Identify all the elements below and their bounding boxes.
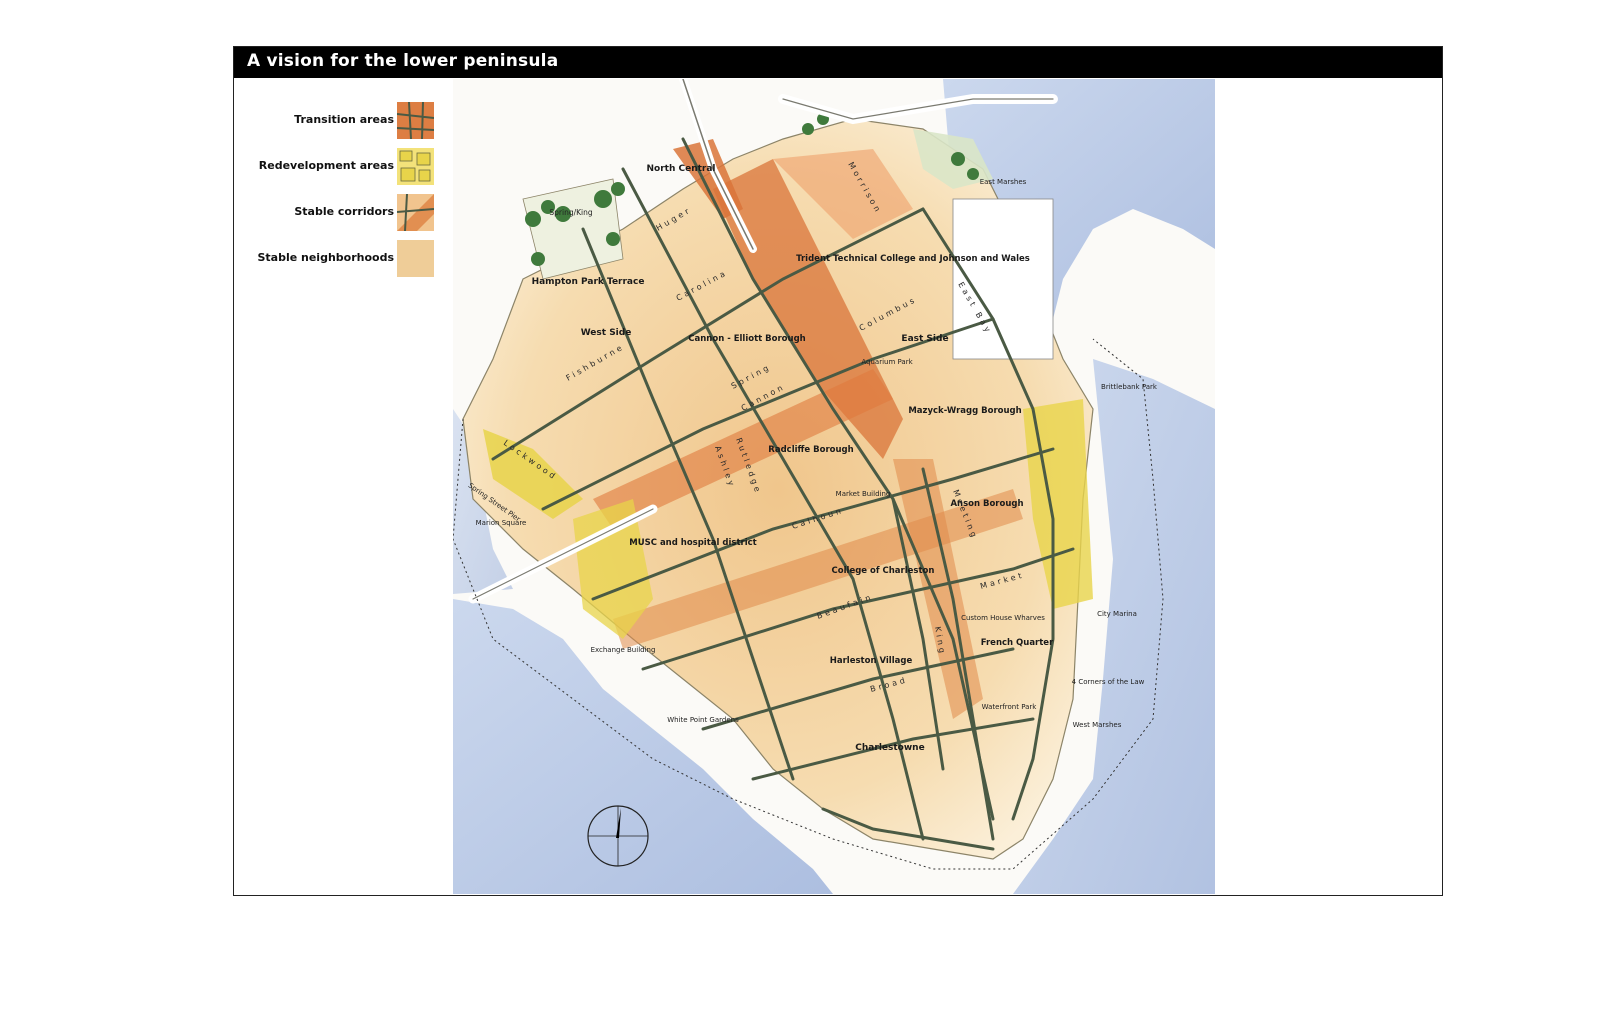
legend-label: Redevelopment areas (258, 159, 394, 172)
legend-swatch-stable-corridors (397, 194, 434, 231)
label-aquarium-park: Brittlebank Park (1101, 383, 1158, 391)
label-four-corners: Waterfront Park (982, 703, 1038, 711)
north-arrow (587, 805, 649, 867)
legend-item-stable-neighborhoods: Stable neighborhoods (234, 240, 434, 278)
peninsula-map: North Central Spring/King Hampton Park T… (453, 79, 1215, 894)
label-trident-technical: Trident Technical College and Johnson an… (796, 254, 1030, 264)
label-exchange-building: 4 Corners of the Law (1072, 678, 1145, 686)
label-spring-street-pier: Marion Square (476, 519, 527, 527)
legend-label: Transition areas (294, 113, 394, 126)
legend-label: Stable neighborhoods (257, 251, 394, 264)
label-east-marshes: East Marshes (980, 178, 1027, 186)
label-custom-house-wharves: City Marina (1097, 610, 1137, 618)
label-mazyck-wragg: Mazyck-Wragg Borough (908, 406, 1021, 416)
label-west-side: West Side (581, 328, 632, 338)
label-hampton-park-terrace: Hampton Park Terrace (532, 277, 645, 287)
label-charlestowne: Charlestowne (855, 743, 924, 753)
label-east-side: East Side (901, 334, 948, 344)
label-spring-king: Aquarium Park (861, 358, 913, 366)
label-west-marshes: White Point Gardens (667, 716, 739, 724)
map-figure: A vision for the lower peninsula Transit… (233, 46, 1443, 896)
map-svg: North Central Spring/King Hampton Park T… (453, 79, 1215, 894)
label-harleston-village: Harleston Village (830, 656, 913, 666)
figure-title: A vision for the lower peninsula (247, 51, 559, 71)
label-cannon-elliott: Cannon - Elliott Borough (688, 334, 805, 344)
legend-swatch-stable-neighborhoods (397, 240, 434, 277)
legend-swatch-redevelopment (397, 148, 434, 185)
title-bar: A vision for the lower peninsula (234, 47, 1442, 78)
label-market-building: Custom House Wharves (961, 614, 1045, 622)
label-french-quarter: French Quarter (981, 638, 1054, 648)
legend-item-stable-corridors: Stable corridors (234, 194, 434, 232)
label-radcliffe: Radcliffe Borough (768, 445, 853, 455)
legend-swatch-transition (397, 102, 434, 139)
legend-item-redevelopment: Redevelopment areas (234, 148, 434, 186)
label-waterfront-park: West Marshes (1073, 721, 1122, 729)
label-college-of-charleston: College of Charleston (832, 566, 935, 576)
label-marion-square: Market Building (836, 490, 891, 498)
label-north-central: North Central (646, 164, 715, 174)
label-musc: MUSC and hospital district (629, 538, 756, 548)
legend-item-transition: Transition areas (234, 102, 434, 140)
label-hampton-park: Spring/King (549, 208, 592, 217)
legend-label: Stable corridors (294, 205, 394, 218)
label-city-marina: Exchange Building (591, 646, 656, 654)
